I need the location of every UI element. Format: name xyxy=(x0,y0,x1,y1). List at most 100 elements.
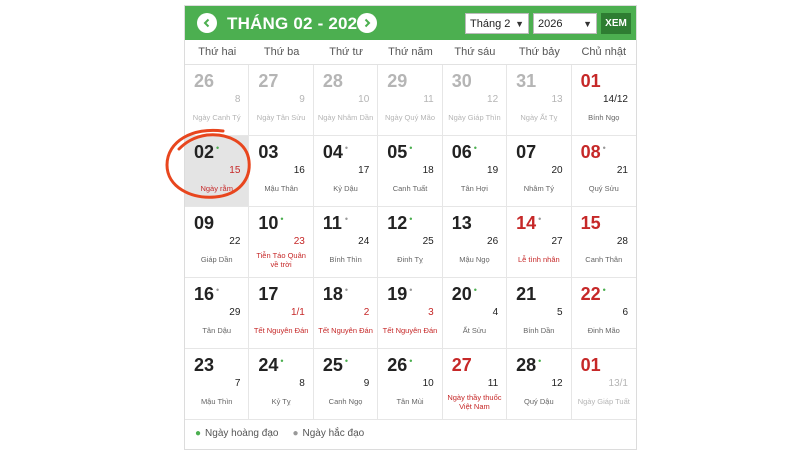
lunar-date: 18 xyxy=(422,165,434,176)
solar-date: 09 xyxy=(194,213,215,233)
month-select[interactable]: Tháng 2 ▼ xyxy=(465,13,529,34)
day-cell[interactable]: 17 1/1 Tết Nguyên Đán xyxy=(249,278,314,349)
legend-good: ● Ngày hoàng đạo xyxy=(195,428,278,439)
day-cell[interactable]: 01 13/1 Ngày Giáp Tuất xyxy=(571,349,636,420)
day-cell[interactable]: 24 • 8 Kỷ Tỵ xyxy=(249,349,314,420)
day-cell[interactable]: 13 26 Mậu Ngọ xyxy=(442,207,508,278)
solar-date: 11 xyxy=(322,213,342,233)
solar-date: 28 xyxy=(322,71,343,91)
prev-month-button[interactable] xyxy=(197,13,217,33)
day-cell[interactable]: 27 9 Ngày Tân Sửu xyxy=(249,65,314,136)
canchi-label: Ngày Giáp Tuất xyxy=(577,397,630,406)
lunar-date: 17 xyxy=(358,165,370,176)
solar-date: 07 xyxy=(516,142,537,162)
solar-date: 24 xyxy=(258,355,279,375)
canchi-label: Bính Dần xyxy=(523,326,555,335)
canchi-label: Đinh Tỵ xyxy=(397,255,423,264)
lunar-date: 12 xyxy=(551,378,563,389)
canchi-label: Mậu Thìn xyxy=(200,397,233,406)
bad-day-dot-icon: • xyxy=(538,214,542,224)
solar-date: 26 xyxy=(194,71,215,91)
lunar-date: 3 xyxy=(428,307,434,318)
day-cell[interactable]: 19 • 3 Tết Nguyên Đán xyxy=(378,278,443,349)
day-cell[interactable]: 28 • 12 Quý Dậu xyxy=(507,349,572,420)
solar-date: 21 xyxy=(516,284,537,304)
canchi-label: Bính Thìn xyxy=(329,255,362,264)
day-cell[interactable]: 14 • 27 Lễ tình nhân xyxy=(507,207,572,278)
day-cell[interactable]: 21 5 Bính Dần xyxy=(507,278,572,349)
lunar-date: 19 xyxy=(487,165,499,176)
day-cell[interactable]: 16 • 29 Tân Dậu xyxy=(185,278,250,349)
year-select[interactable]: 2026 ▼ xyxy=(533,13,597,34)
day-cell[interactable]: 01 14/12 Bính Ngọ xyxy=(571,65,636,136)
day-cell[interactable]: 03 16 Mậu Thân xyxy=(249,136,314,207)
lunar-date: 6 xyxy=(622,307,628,318)
solar-date: 28 xyxy=(516,355,537,375)
day-cell[interactable]: 09 22 Giáp Dần xyxy=(185,207,250,278)
lunar-date: 11 xyxy=(487,378,499,389)
day-cell[interactable]: 06 • 19 Tân Hợi xyxy=(442,136,508,207)
weekday-label: Thứ hai xyxy=(198,46,237,58)
day-cell[interactable]: 08 • 21 Quý Sửu xyxy=(571,136,636,207)
day-cell[interactable]: 26 • 10 Tân Mùi xyxy=(378,349,443,420)
bad-day-dot-icon: • xyxy=(344,285,348,295)
canchi-label: Quý Sửu xyxy=(588,184,619,193)
solar-date: 27 xyxy=(451,355,472,375)
day-cell[interactable]: 29 11 Ngày Quý Mão xyxy=(378,65,443,136)
lunar-date: 1/1 xyxy=(290,307,305,318)
chevron-down-icon: ▼ xyxy=(583,18,592,29)
lunar-date: 5 xyxy=(557,307,563,318)
day-cell[interactable]: 20 • 4 Ất Sửu xyxy=(442,278,508,349)
canchi-label: Giáp Dần xyxy=(200,255,233,264)
canchi-label: Kỷ Dậu xyxy=(333,184,358,193)
next-month-button[interactable] xyxy=(357,13,377,33)
day-cell[interactable]: 04 • 17 Kỷ Dậu xyxy=(313,136,379,207)
day-cell[interactable]: 05 • 18 Canh Tuất xyxy=(378,136,443,207)
day-cell[interactable]: 27 11 Ngày thầy thuốc Việt Nam xyxy=(442,349,508,420)
canchi-label: Ngày Ất Tỵ xyxy=(520,113,558,122)
solar-date: 05 xyxy=(387,142,408,162)
canchi-label: Ngày Nhâm Dần xyxy=(317,113,374,122)
good-day-dot-icon: • xyxy=(409,214,413,224)
lunar-date: 14/12 xyxy=(602,94,628,105)
day-cell[interactable]: 10 • 23 Tiễn Táo Quân về trời xyxy=(249,207,314,278)
day-cell[interactable]: 28 10 Ngày Nhâm Dần xyxy=(313,65,379,136)
day-cell[interactable]: 15 28 Canh Thân xyxy=(571,207,636,278)
event-label: Tiễn Táo Quân về trời xyxy=(256,251,306,269)
day-cell[interactable]: 30 12 Ngày Giáp Thìn xyxy=(442,65,508,136)
solar-date: 03 xyxy=(258,142,279,162)
day-cell[interactable]: 11 • 24 Bính Thìn xyxy=(313,207,379,278)
solar-date: 14 xyxy=(516,213,537,233)
lunar-date: 10 xyxy=(422,378,434,389)
weekday-label: Thứ năm xyxy=(388,46,433,58)
view-button[interactable]: XEM xyxy=(601,13,631,34)
day-cell[interactable]: 12 • 25 Đinh Tỵ xyxy=(378,207,443,278)
canchi-label: Quý Dậu xyxy=(524,397,554,406)
day-cell[interactable]: 26 8 Ngày Canh Tý xyxy=(185,65,250,136)
calendar-widget: THÁNG 02 - 2026 Tháng 2 ▼ 2026 ▼ XEM Thứ… xyxy=(184,5,637,450)
day-cell[interactable]: 25 • 9 Canh Ngọ xyxy=(313,349,379,420)
canchi-label: Kỷ Tỵ xyxy=(271,397,291,406)
solar-date: 15 xyxy=(580,213,601,233)
lunar-date: 7 xyxy=(234,378,241,389)
day-cell[interactable]: 02 • 15 Ngày rằm xyxy=(185,136,250,207)
good-day-dot-icon: • xyxy=(473,285,477,295)
solar-date: 26 xyxy=(387,355,408,375)
day-cell[interactable]: 07 20 Nhâm Tý xyxy=(507,136,572,207)
bad-day-dot-icon: • xyxy=(344,143,348,153)
good-day-dot-icon: • xyxy=(409,356,413,366)
bad-day-dot-icon: • xyxy=(344,214,348,224)
event-label: Tết Nguyên Đán xyxy=(318,326,373,335)
day-cell[interactable]: 22 • 6 Đinh Mão xyxy=(571,278,636,349)
lunar-date: 9 xyxy=(299,94,305,105)
lunar-date: 27 xyxy=(551,236,563,247)
solar-date: 22 xyxy=(580,284,601,304)
canchi-label: Ngày Canh Tý xyxy=(192,113,241,122)
day-cell[interactable]: 31 13 Ngày Ất Tỵ xyxy=(507,65,572,136)
solar-date: 18 xyxy=(322,284,343,304)
canchi-label: Ngày Quý Mão xyxy=(384,113,435,122)
day-cell[interactable]: 18 • 2 Tết Nguyên Đán xyxy=(313,278,379,349)
lunar-date: 15 xyxy=(229,165,241,176)
day-cell[interactable]: 23 7 Mậu Thìn xyxy=(185,349,250,420)
canchi-label: Tân Mùi xyxy=(396,397,424,406)
